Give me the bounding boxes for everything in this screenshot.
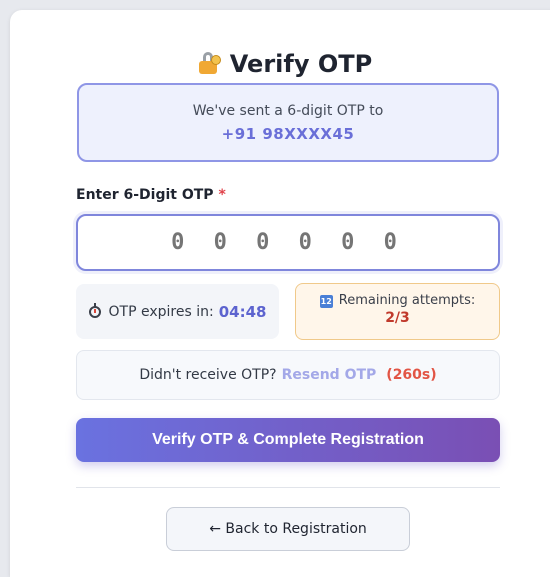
lock-key-icon — [198, 52, 221, 74]
otp-field-label: Enter 6-Digit OTP * — [76, 187, 226, 203]
otp-expiry-panel: OTP expires in: 04:48 — [76, 284, 279, 339]
otp-sent-message: We've sent a 6-digit OTP to — [192, 103, 384, 119]
attempts-count: 2/3 — [385, 310, 410, 326]
expiry-countdown: 04:48 — [218, 302, 267, 321]
attempts-panel: 12 Remaining attempts: 2/3 — [295, 283, 500, 340]
resend-otp-link[interactable]: Resend OTP — [282, 367, 377, 383]
required-indicator: * — [218, 187, 226, 203]
expiry-label: OTP expires in: — [108, 303, 214, 320]
divider — [76, 487, 500, 488]
attempts-label: Remaining attempts: — [338, 293, 476, 308]
verify-otp-button[interactable]: Verify OTP & Complete Registration — [76, 418, 500, 462]
page-title-text: Verify OTP — [229, 50, 373, 78]
resend-panel: Didn't receive OTP? Resend OTP (260s) — [76, 350, 500, 400]
otp-label-text: Enter 6-Digit OTP — [76, 187, 214, 203]
stopwatch-icon — [88, 302, 101, 318]
numbers-icon: 12 — [319, 295, 333, 308]
resend-prompt: Didn't receive OTP? — [139, 367, 277, 383]
resend-cooldown: (260s) — [386, 367, 437, 383]
masked-phone-number: +91 98XXXX45 — [221, 125, 355, 143]
otp-sent-info: We've sent a 6-digit OTP to +91 98XXXX45 — [77, 83, 499, 162]
otp-input[interactable] — [76, 214, 500, 271]
page-title: Verify OTP — [10, 50, 550, 78]
back-to-registration-button[interactable]: ← Back to Registration — [166, 507, 410, 551]
